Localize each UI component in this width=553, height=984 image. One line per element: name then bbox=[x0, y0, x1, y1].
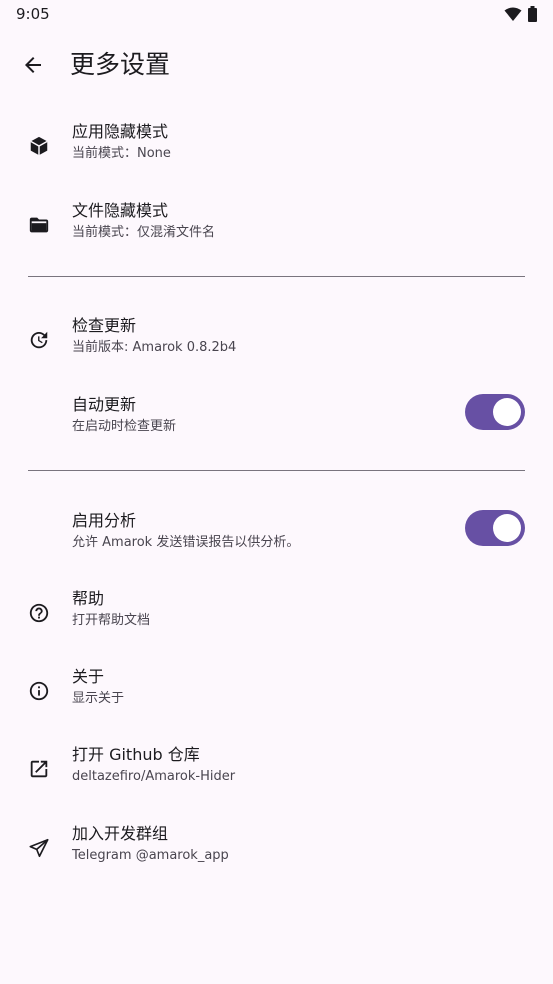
section-divider bbox=[28, 470, 525, 471]
help-item[interactable]: 帮助 打开帮助文档 bbox=[0, 587, 553, 643]
switch-thumb bbox=[493, 398, 521, 426]
section-divider bbox=[28, 276, 525, 277]
check-update-item[interactable]: 检查更新 当前版本: Amarok 0.8.2b4 bbox=[0, 314, 553, 370]
analytics-subtitle: 允许 Amarok 发送错误报告以供分析。 bbox=[72, 535, 300, 550]
dev-group-title: 加入开发群组 bbox=[72, 824, 169, 843]
status-time: 9:05 bbox=[16, 5, 50, 23]
auto-update-item[interactable]: 自动更新 在启动时检查更新 bbox=[0, 393, 553, 449]
about-title: 关于 bbox=[72, 667, 105, 686]
battery-icon bbox=[528, 6, 537, 26]
cube-icon bbox=[28, 135, 50, 157]
app-bar: 更多设置 bbox=[0, 40, 553, 90]
wifi-icon bbox=[504, 7, 522, 26]
github-subtitle: deltazefiro/Amarok-Hider bbox=[72, 769, 236, 784]
about-item[interactable]: 关于 显示关于 bbox=[0, 665, 553, 721]
auto-update-title: 自动更新 bbox=[72, 395, 137, 414]
status-bar: 9:05 bbox=[0, 0, 553, 30]
dev-group-subtitle: Telegram @amarok_app bbox=[72, 848, 229, 863]
help-subtitle: 打开帮助文档 bbox=[72, 613, 151, 628]
help-circle-icon bbox=[28, 602, 50, 624]
app-hide-mode-item[interactable]: 应用隐藏模式 当前模式：None bbox=[0, 120, 553, 176]
file-hide-mode-item[interactable]: 文件隐藏模式 当前模式：仅混淆文件名 bbox=[0, 199, 553, 255]
app-hide-mode-subtitle: 当前模式：None bbox=[72, 146, 171, 161]
auto-update-subtitle: 在启动时检查更新 bbox=[72, 419, 177, 434]
analytics-item[interactable]: 启用分析 允许 Amarok 发送错误报告以供分析。 bbox=[0, 509, 553, 565]
github-item[interactable]: 打开 Github 仓库 deltazefiro/Amarok-Hider bbox=[0, 743, 553, 799]
check-update-title: 检查更新 bbox=[72, 316, 137, 335]
app-hide-mode-title: 应用隐藏模式 bbox=[72, 122, 169, 141]
page-title: 更多设置 bbox=[70, 50, 171, 79]
switch-thumb bbox=[493, 514, 521, 542]
send-icon bbox=[28, 837, 50, 859]
folder-open-icon bbox=[28, 214, 50, 236]
update-icon bbox=[28, 329, 50, 351]
github-title: 打开 Github 仓库 bbox=[72, 745, 200, 764]
info-icon bbox=[28, 680, 50, 702]
check-update-subtitle: 当前版本: Amarok 0.8.2b4 bbox=[72, 340, 237, 355]
file-hide-mode-subtitle: 当前模式：仅混淆文件名 bbox=[72, 225, 216, 240]
status-icons bbox=[504, 6, 537, 26]
analytics-switch[interactable] bbox=[465, 510, 525, 546]
back-button[interactable] bbox=[18, 50, 48, 80]
open-in-new-icon bbox=[28, 758, 50, 780]
file-hide-mode-title: 文件隐藏模式 bbox=[72, 201, 169, 220]
dev-group-item[interactable]: 加入开发群组 Telegram @amarok_app bbox=[0, 822, 553, 878]
analytics-title: 启用分析 bbox=[72, 511, 137, 530]
help-title: 帮助 bbox=[72, 589, 105, 608]
auto-update-switch[interactable] bbox=[465, 394, 525, 430]
about-subtitle: 显示关于 bbox=[72, 691, 125, 706]
arrow-back-icon bbox=[25, 57, 41, 73]
